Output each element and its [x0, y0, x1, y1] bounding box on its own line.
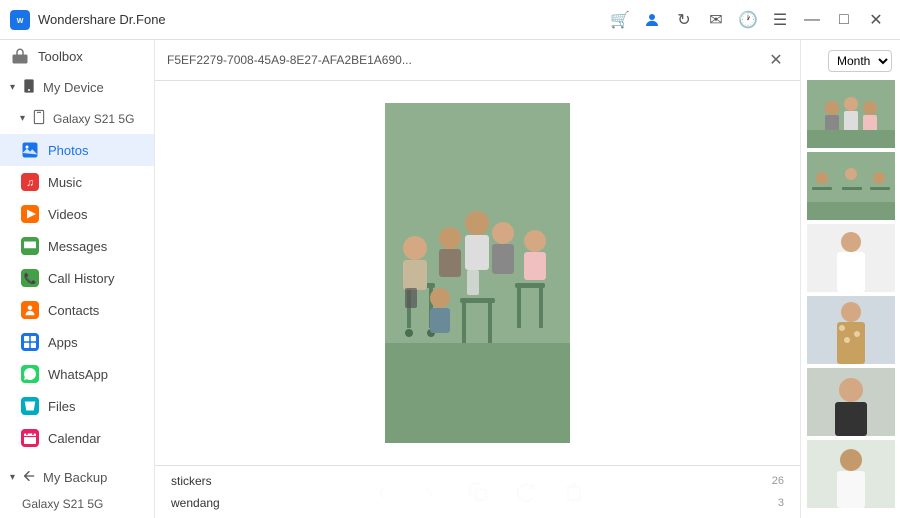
videos-icon [20, 204, 40, 224]
modal-title: F5EF2279-7008-45A9-8E27-AFA2BE1A690... [167, 53, 764, 67]
close-button[interactable]: ✕ [862, 6, 890, 34]
backup-galaxy-label: Galaxy S21 5G [22, 497, 103, 511]
modal-image-container [385, 103, 570, 443]
my-backup-label: My Backup [43, 470, 107, 485]
sidebar-item-messages[interactable]: Messages [0, 230, 154, 262]
mail-icon[interactable]: ✉ [702, 6, 730, 34]
photos-label: Photos [48, 143, 88, 158]
album-list: stickers 26 wendang 3 [155, 465, 800, 518]
month-select[interactable]: Month Day Week Year [828, 50, 892, 72]
history-icon[interactable]: 🕐 [734, 6, 762, 34]
modal-image [385, 103, 570, 443]
messages-icon [20, 236, 40, 256]
calendar-icon [20, 428, 40, 448]
apps-icon [20, 332, 40, 352]
album-wendang-name: wendang [171, 496, 220, 510]
content-area: F5EF2279-7008-45A9-8E27-AFA2BE1A690... ✕ [155, 40, 800, 518]
sidebar-item-toolbox[interactable]: Toolbox [0, 40, 154, 72]
contacts-icon [20, 300, 40, 320]
right-thumb-3[interactable] [807, 224, 895, 292]
backup-chevron-icon: ▾ [10, 472, 15, 483]
sidebar-item-photos[interactable]: Photos [0, 134, 154, 166]
my-device-label: My Device [43, 80, 104, 95]
files-icon [20, 396, 40, 416]
album-stickers-name: stickers [171, 474, 212, 488]
toolbox-icon [10, 46, 30, 66]
album-wendang-count: 3 [778, 497, 784, 509]
right-thumb-1[interactable] [807, 80, 895, 148]
modal-body [155, 81, 800, 465]
modal-close-button[interactable]: ✕ [764, 48, 788, 72]
svg-text:W: W [17, 17, 24, 24]
cart-icon[interactable]: 🛒 [606, 6, 634, 34]
sidebar-item-call-history[interactable]: 📞 Call History [0, 262, 154, 294]
user-icon[interactable] [638, 6, 666, 34]
right-thumb-6[interactable] [807, 440, 895, 508]
galaxy-icon [31, 109, 47, 128]
right-panel-header: Month Day Week Year [801, 44, 900, 78]
galaxy-label: Galaxy S21 5G [53, 112, 134, 126]
photo-modal: F5EF2279-7008-45A9-8E27-AFA2BE1A690... ✕ [155, 40, 800, 518]
minimize-button[interactable]: — [798, 6, 826, 34]
music-icon: ♫ [20, 172, 40, 192]
album-stickers-count: 26 [772, 475, 784, 487]
backup-item-galaxy[interactable]: Galaxy S21 5G [0, 493, 154, 515]
device-icon [21, 78, 37, 97]
toolbox-label: Toolbox [38, 49, 83, 64]
whatsapp-label: WhatsApp [48, 367, 108, 382]
right-thumb-4[interactable] [807, 296, 895, 364]
sidebar-item-music[interactable]: ♫ Music [0, 166, 154, 198]
album-item-wendang[interactable]: wendang 3 [155, 492, 800, 514]
backup-icon [21, 468, 37, 487]
sidebar-item-whatsapp[interactable]: WhatsApp [0, 358, 154, 390]
sidebar-group-my-backup[interactable]: ▾ My Backup [0, 462, 154, 493]
sidebar-item-videos[interactable]: Videos [0, 198, 154, 230]
chevron-icon: ▾ [10, 82, 15, 93]
modal-titlebar: F5EF2279-7008-45A9-8E27-AFA2BE1A690... ✕ [155, 40, 800, 81]
call-history-label: Call History [48, 271, 114, 286]
svg-text:♫: ♫ [26, 177, 34, 189]
music-label: Music [48, 175, 82, 190]
files-label: Files [48, 399, 75, 414]
title-bar: W Wondershare Dr.Fone 🛒 ↻ ✉ 🕐 ☰ — □ ✕ [0, 0, 900, 40]
sidebar-item-contacts[interactable]: Contacts [0, 294, 154, 326]
sidebar-item-apps[interactable]: Apps [0, 326, 154, 358]
sidebar-group-my-device[interactable]: ▾ My Device [0, 72, 154, 103]
contacts-label: Contacts [48, 303, 99, 318]
apps-label: Apps [48, 335, 78, 350]
svg-text:📞: 📞 [23, 271, 37, 285]
sidebar-item-calendar[interactable]: Calendar [0, 422, 154, 454]
calendar-label: Calendar [48, 431, 101, 446]
refresh-icon[interactable]: ↻ [670, 6, 698, 34]
galaxy-chevron-icon: ▾ [20, 113, 25, 124]
call-history-icon: 📞 [20, 268, 40, 288]
photos-icon [20, 140, 40, 160]
window-controls: 🛒 ↻ ✉ 🕐 ☰ — □ ✕ [606, 6, 890, 34]
app-logo: W [10, 10, 30, 30]
right-panel: Month Day Week Year [800, 40, 900, 518]
sidebar-item-files[interactable]: Files [0, 390, 154, 422]
videos-label: Videos [48, 207, 88, 222]
whatsapp-icon [20, 364, 40, 384]
sidebar: Toolbox ▾ My Device ▾ Galaxy S21 5G Phot… [0, 40, 155, 518]
menu-icon[interactable]: ☰ [766, 6, 794, 34]
main-layout: Toolbox ▾ My Device ▾ Galaxy S21 5G Phot… [0, 40, 900, 518]
right-thumb-5[interactable] [807, 368, 895, 436]
sidebar-group-galaxy[interactable]: ▾ Galaxy S21 5G [0, 103, 154, 134]
album-item-stickers[interactable]: stickers 26 [155, 470, 800, 492]
app-title: Wondershare Dr.Fone [38, 12, 598, 27]
maximize-button[interactable]: □ [830, 6, 858, 34]
right-thumb-2[interactable] [807, 152, 895, 220]
messages-label: Messages [48, 239, 107, 254]
